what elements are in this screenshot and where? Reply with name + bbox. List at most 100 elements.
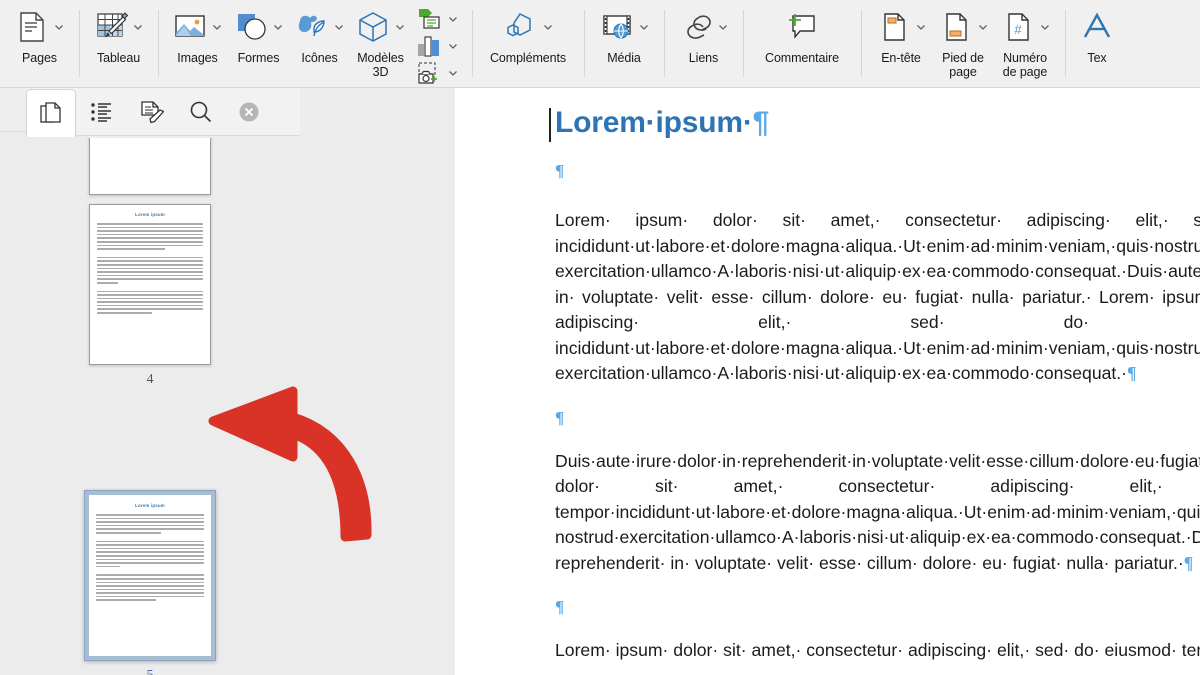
ribbon-button-media[interactable]: Média — [593, 0, 655, 87]
ribbon-group-media: Média — [584, 0, 664, 87]
document-heading[interactable]: Lorem·ipsum·¶ — [549, 106, 1200, 142]
document-paragraph[interactable]: Duis·aute·irure·dolor·in·reprehenderit·i… — [555, 449, 1200, 577]
ribbon-group-links: Liens — [664, 0, 743, 87]
ribbon-button-images[interactable]: Images — [167, 0, 228, 87]
ribbon-button-footer[interactable]: Pied de page — [932, 0, 994, 87]
chevron-down-icon[interactable] — [447, 40, 459, 52]
page-thumbnails-list[interactable]: Lorem ipsum 3 Lorem ipsum — [0, 138, 300, 675]
ribbon-button-header[interactable]: En-tête — [870, 0, 932, 87]
pages-thumbnails-icon — [40, 102, 61, 123]
chevron-down-icon[interactable] — [1039, 21, 1051, 33]
ribbon-label-shapes: Formes — [237, 51, 280, 65]
ribbon-group-addins: Compléments — [472, 0, 584, 87]
ribbon-label-pages: Pages — [22, 51, 57, 65]
ribbon-label-page-number: Numéro de page — [1002, 51, 1048, 79]
ribbon-button-icons[interactable]: Icônes — [289, 0, 350, 87]
document-paragraph[interactable]: Lorem· ipsum· dolor· sit· amet,· consect… — [555, 638, 1200, 664]
ribbon-button-links[interactable]: Liens — [673, 0, 734, 87]
text-box-icon — [1083, 12, 1111, 38]
document-page[interactable]: Lorem·ipsum·¶ ¶ Lorem· ipsum· dolor· sit… — [455, 88, 1200, 675]
chevron-down-icon[interactable] — [638, 21, 650, 33]
ribbon-button-table[interactable]: Tableau — [88, 0, 149, 87]
page-thumbnail-selected[interactable]: Lorem ipsum — [84, 490, 216, 661]
ribbon-button-3d-models[interactable]: Modèles 3D — [350, 0, 411, 87]
chevron-down-icon[interactable] — [447, 67, 459, 79]
chevron-down-icon[interactable] — [132, 21, 144, 33]
screenshot-camera-icon — [418, 61, 437, 84]
chevron-down-icon[interactable] — [977, 21, 989, 33]
text-cursor — [549, 108, 551, 142]
close-pane-button[interactable] — [238, 101, 260, 123]
empty-paragraph-mark: ¶ — [555, 161, 565, 180]
ribbon-button-smartart[interactable] — [415, 6, 459, 32]
thumbnail-item[interactable]: Lorem ipsum — [84, 490, 216, 675]
thumbnail-page-number: 5 — [84, 668, 216, 675]
ribbon-group-text: Tex — [1065, 0, 1129, 87]
svg-text:#: # — [1014, 22, 1022, 37]
word-window: Pages Tableau Images Formes Icônes Modèl… — [0, 0, 1200, 675]
link-chain-icon — [687, 15, 711, 39]
chevron-down-icon[interactable] — [333, 21, 345, 33]
addins-hexagon-icon — [506, 13, 531, 37]
ribbon-label-text-box: Tex — [1087, 51, 1107, 65]
ribbon-button-screenshot[interactable] — [415, 60, 459, 86]
ribbon-button-pages[interactable]: Pages — [9, 0, 70, 87]
nav-tab-pages[interactable] — [26, 88, 76, 137]
ribbon-label-footer: Pied de page — [942, 51, 984, 79]
chevron-down-icon[interactable] — [394, 21, 406, 33]
navigation-pane-edge-tab — [0, 88, 28, 132]
table-brush-icon — [97, 12, 129, 38]
ribbon-stack-illustrations — [411, 0, 463, 87]
navigation-pane: Lorem ipsum 3 Lorem ipsum — [0, 88, 300, 675]
pilcrow-mark: ¶ — [1183, 552, 1194, 573]
thumbnail-content: Lorem ipsum — [96, 503, 204, 648]
ribbon-group-illustrations: Images Formes Icônes Modèles 3D — [158, 0, 472, 87]
nav-tab-results[interactable] — [126, 89, 176, 135]
smartart-icon — [419, 8, 440, 29]
ribbon-button-shapes[interactable]: Formes — [228, 0, 289, 87]
chevron-down-icon[interactable] — [915, 21, 927, 33]
page-thumbnail[interactable]: Lorem ipsum — [89, 204, 211, 365]
chevron-down-icon[interactable] — [53, 21, 65, 33]
header-icon — [883, 13, 905, 41]
ribbon-group-tables: Tableau — [79, 0, 158, 87]
page-thumbnail[interactable]: Lorem ipsum — [89, 138, 211, 195]
document-body[interactable]: Lorem·ipsum·¶ ¶ Lorem· ipsum· dolor· sit… — [549, 88, 1200, 664]
thumbnail-content: Lorem ipsum — [97, 212, 203, 357]
ribbon-group-header-footer: En-tête Pied de page # Numéro de page — [861, 0, 1065, 87]
ribbon-group-pages: Pages — [0, 0, 79, 87]
ribbon-button-chart[interactable] — [415, 33, 459, 59]
ribbon-label-new-comment: Commentaire — [765, 51, 839, 65]
ribbon-label-3d-models: Modèles 3D — [357, 51, 404, 79]
chevron-down-icon[interactable] — [272, 21, 284, 33]
ribbon-label-header: En-tête — [881, 51, 921, 65]
empty-paragraph-mark: ¶ — [555, 597, 565, 616]
pictures-icon — [175, 15, 205, 37]
thumbnail-page-number: 4 — [146, 372, 154, 387]
chevron-down-icon[interactable] — [211, 21, 223, 33]
ribbon-button-new-comment[interactable]: Commentaire — [752, 0, 852, 87]
chevron-down-icon[interactable] — [717, 21, 729, 33]
online-video-icon — [602, 15, 631, 39]
ribbon-button-addins[interactable]: Compléments — [481, 0, 575, 87]
footer-icon — [945, 13, 967, 41]
nav-tab-search[interactable] — [176, 89, 226, 135]
ribbon-label-images: Images — [177, 51, 218, 65]
chevron-down-icon[interactable] — [542, 21, 554, 33]
thumbnail-content: Lorem ipsum — [97, 138, 203, 187]
thumbnail-item[interactable]: Lorem ipsum — [89, 204, 211, 388]
navigation-pane-toolbar — [26, 88, 300, 137]
document-paragraph[interactable]: Lorem· ipsum· dolor· sit· amet,· consect… — [555, 208, 1200, 387]
shapes-icon — [238, 14, 266, 40]
ribbon-group-comments: Commentaire — [743, 0, 861, 87]
ribbon-button-page-number[interactable]: # Numéro de page — [994, 0, 1056, 87]
ribbon-label-addins: Compléments — [489, 51, 566, 65]
3d-models-cube-icon — [359, 12, 387, 42]
nav-tab-headings[interactable] — [76, 89, 126, 135]
ribbon-label-icons: Icônes — [301, 51, 338, 65]
ribbon-button-text-box[interactable]: Tex — [1074, 0, 1120, 87]
chevron-down-icon[interactable] — [447, 13, 459, 25]
paragraph-text: Lorem· ipsum· dolor· sit· amet,· consect… — [555, 210, 1200, 383]
new-comment-icon — [789, 14, 815, 39]
ribbon-label-media: Média — [607, 51, 641, 65]
